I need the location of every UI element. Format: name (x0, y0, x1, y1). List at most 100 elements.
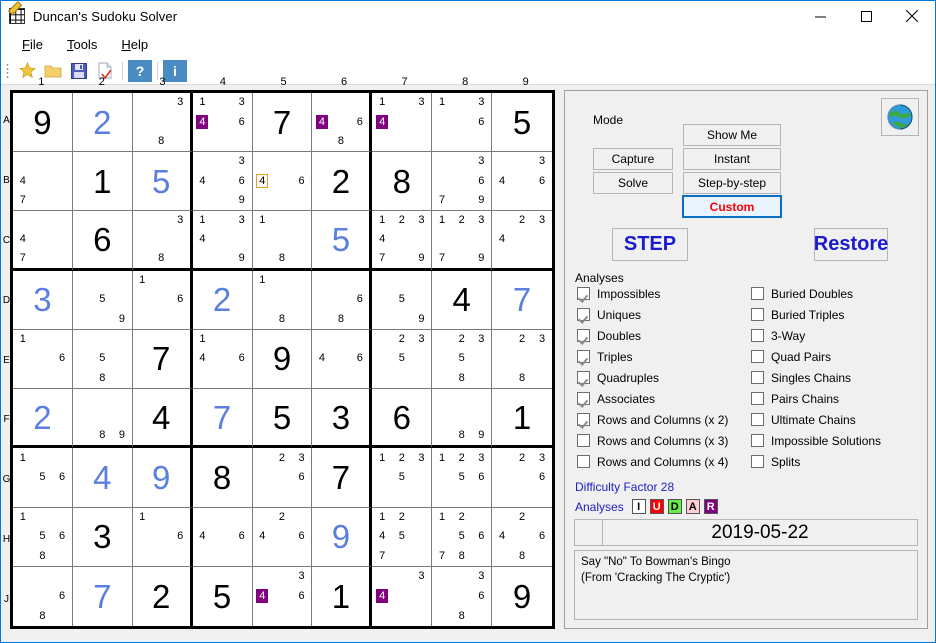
candidate-8[interactable]: 8 (512, 369, 532, 388)
candidate-7[interactable]: 7 (432, 546, 452, 565)
candidate-empty-6[interactable] (171, 230, 190, 249)
candidate-3[interactable]: 3 (232, 152, 252, 171)
candidate-empty-6[interactable] (171, 112, 190, 131)
menu-item-tools[interactable]: Tools (56, 34, 108, 55)
candidate-empty-8[interactable] (392, 369, 412, 388)
candidate-5[interactable]: 5 (392, 527, 412, 546)
candidate-empty-9[interactable] (292, 606, 312, 626)
candidate-empty-3[interactable] (232, 330, 252, 349)
step-button[interactable]: STEP (612, 228, 688, 261)
candidate-empty-3[interactable] (171, 271, 190, 290)
candidate-empty-5[interactable] (272, 230, 292, 249)
show-me-button[interactable]: Show Me (683, 124, 781, 146)
candidate-empty-3[interactable] (112, 330, 132, 349)
candidate-8[interactable]: 8 (512, 546, 532, 565)
candidate-8[interactable]: 8 (33, 606, 53, 626)
candidate-8[interactable]: 8 (452, 546, 472, 565)
candidate-empty-5[interactable] (272, 172, 292, 191)
candidate-empty-2[interactable] (33, 330, 53, 349)
candidate-empty-9[interactable] (292, 191, 312, 210)
candidate-empty-2[interactable] (93, 330, 113, 349)
candidate-empty-5[interactable] (392, 587, 412, 607)
candidate-6[interactable]: 6 (171, 290, 190, 309)
candidate-empty-9[interactable] (532, 249, 552, 268)
candidate-empty-1[interactable] (492, 211, 512, 230)
candidate-empty-4[interactable] (13, 587, 33, 607)
candidate-3[interactable]: 3 (532, 211, 552, 230)
sudoku-cell-B6[interactable]: 2 (312, 152, 373, 212)
candidate-empty-6[interactable] (412, 587, 432, 607)
candidate-2[interactable]: 2 (392, 330, 412, 349)
sudoku-cell-H9[interactable]: 24 68 (492, 507, 552, 567)
candidate-empty-4[interactable] (372, 468, 392, 487)
candidate-5[interactable]: 5 (452, 349, 472, 368)
candidate-empty-8[interactable] (212, 191, 232, 210)
candidate-empty-5[interactable] (452, 408, 472, 427)
candidate-3[interactable]: 3 (412, 448, 432, 467)
checkbox-rows-and-columns-x-3[interactable] (577, 434, 590, 447)
candidate-3[interactable]: 3 (471, 93, 491, 112)
candidate-6[interactable]: 6 (232, 112, 252, 131)
sudoku-cell-G6[interactable]: 7 (312, 448, 373, 508)
sudoku-cell-D9[interactable]: 7 (492, 270, 552, 330)
analysis-left-row-8[interactable]: Rows and Columns (x 4) (577, 451, 728, 472)
candidate-2[interactable]: 2 (512, 448, 532, 467)
sudoku-cell-D6[interactable]: 68 (312, 270, 373, 330)
candidate-empty-3[interactable] (350, 271, 369, 290)
candidate-3[interactable]: 3 (232, 93, 252, 112)
sudoku-cell-C4[interactable]: 1349 (192, 211, 253, 271)
candidate-7[interactable]: 7 (13, 191, 33, 210)
candidate-empty-4[interactable] (312, 290, 331, 309)
checkbox-quadruples[interactable] (577, 371, 590, 384)
candidate-empty-7[interactable] (312, 309, 331, 328)
candidate-empty-8[interactable] (212, 546, 232, 565)
sudoku-cell-J8[interactable]: 368 (432, 566, 493, 626)
checkbox-associates[interactable] (577, 392, 590, 405)
candidate-empty-9[interactable] (471, 487, 491, 506)
candidate-empty-5[interactable] (512, 527, 532, 546)
candidate-4[interactable]: 4 (253, 527, 273, 546)
candidate-empty-3[interactable] (171, 508, 190, 527)
candidate-4[interactable]: 4 (193, 230, 213, 249)
candidate-empty-1[interactable] (432, 389, 452, 408)
sudoku-cell-F9[interactable]: 1 (492, 389, 552, 449)
sudoku-cell-E9[interactable]: 23 8 (492, 329, 552, 390)
candidate-empty-7[interactable] (13, 606, 33, 626)
candidate-empty-6[interactable] (471, 349, 491, 368)
candidate-8[interactable]: 8 (331, 309, 350, 328)
candidate-empty-1[interactable] (492, 152, 512, 171)
candidate-3[interactable]: 3 (171, 93, 190, 112)
candidate-1[interactable]: 1 (193, 330, 213, 349)
candidate-empty-7[interactable] (253, 309, 273, 328)
instant-button[interactable]: Instant (683, 148, 781, 170)
checkbox-singles-chains[interactable] (751, 371, 764, 384)
sudoku-cell-A9[interactable]: 5 (492, 93, 552, 153)
candidate-empty-3[interactable] (350, 93, 369, 112)
candidate-empty-6[interactable] (292, 290, 312, 309)
candidate-1[interactable]: 1 (193, 93, 213, 112)
candidate-empty-7[interactable] (432, 606, 452, 626)
candidate-empty-5[interactable] (512, 172, 532, 191)
sudoku-cell-H3[interactable]: 16 (132, 507, 193, 567)
candidate-empty-9[interactable] (350, 132, 369, 151)
candidate-empty-4[interactable] (13, 468, 33, 487)
candidate-empty-7[interactable] (133, 249, 152, 268)
candidate-empty-2[interactable] (152, 508, 171, 527)
candidate-empty-8[interactable] (272, 487, 292, 506)
sudoku-cell-H4[interactable]: 46 (192, 507, 253, 567)
candidate-empty-4[interactable] (432, 408, 452, 427)
candidate-9[interactable]: 9 (232, 249, 252, 268)
sudoku-cell-E7[interactable]: 235 (372, 329, 433, 390)
candidate-empty-7[interactable] (492, 191, 512, 210)
candidate-empty-8[interactable] (392, 606, 412, 626)
candidate-empty-2[interactable] (152, 211, 171, 230)
candidate-empty-7[interactable] (253, 191, 273, 210)
candidate-empty-3[interactable] (52, 448, 72, 467)
sudoku-cell-F3[interactable]: 4 (132, 389, 193, 449)
candidate-empty-4[interactable] (432, 230, 452, 249)
sudoku-cell-B2[interactable]: 1 (72, 152, 133, 212)
candidate-empty-2[interactable] (33, 567, 53, 587)
analysis-left-row-3[interactable]: Triples (577, 346, 728, 367)
candidate-empty-9[interactable] (292, 487, 312, 506)
candidate-empty-5[interactable] (212, 527, 232, 546)
